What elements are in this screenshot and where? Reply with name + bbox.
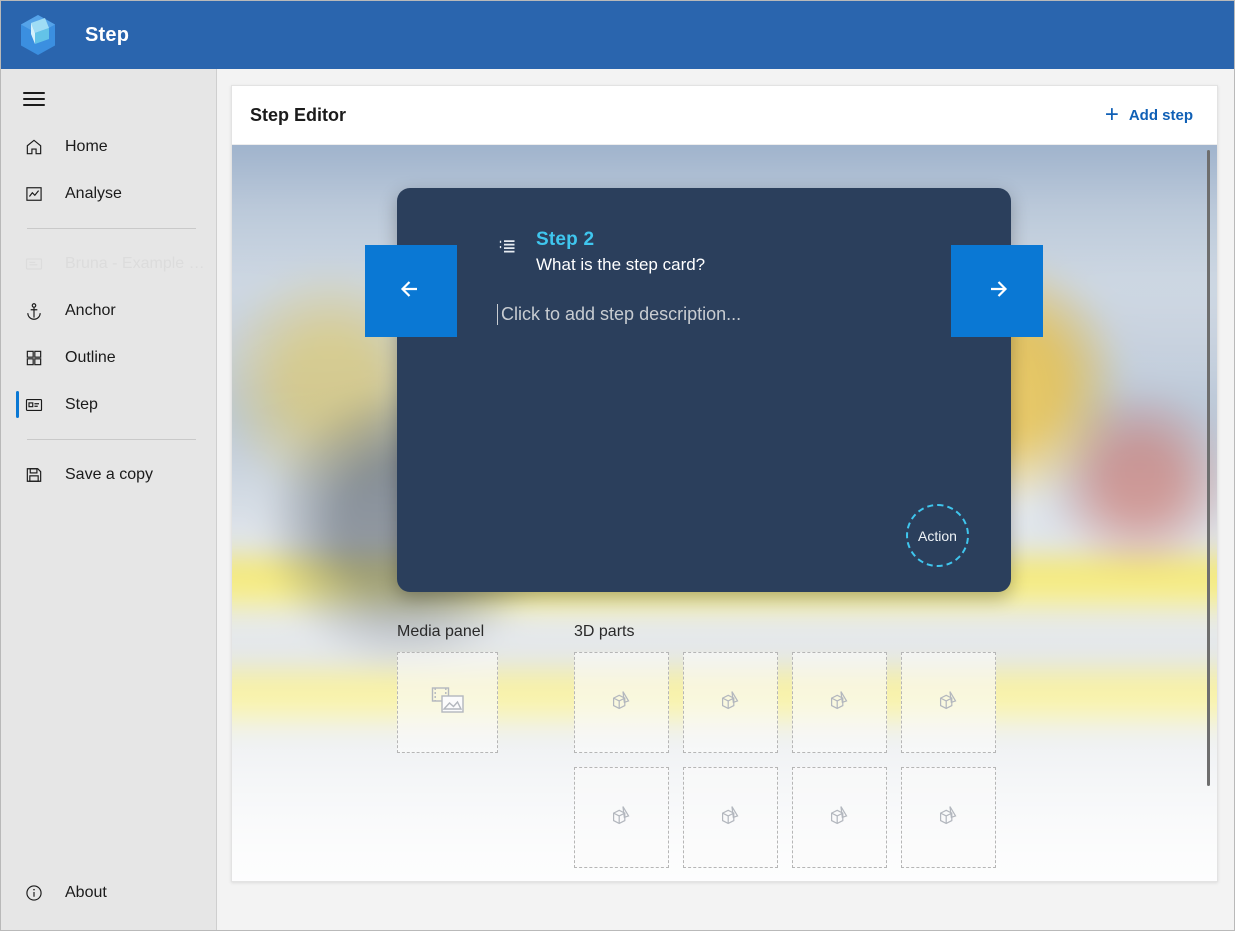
3d-part-slot[interactable] <box>792 652 887 753</box>
arrow-left-icon <box>391 269 431 314</box>
step-card-header: Step 2 What is the step card? <box>497 229 971 275</box>
step-title[interactable]: What is the step card? <box>536 255 705 275</box>
3d-part-slot[interactable] <box>901 767 996 868</box>
main-content: Step Editor + Add step <box>217 69 1234 930</box>
info-circle-icon <box>23 882 45 904</box>
3d-part-slot[interactable] <box>683 652 778 753</box>
app-title: Step <box>85 24 129 47</box>
step-list-icon <box>497 235 518 261</box>
assets-area: Media panel <box>397 623 996 868</box>
sidebar-item-analyse[interactable]: Analyse <box>1 170 216 217</box>
3d-part-icon <box>826 686 854 719</box>
step-number: Step 2 <box>536 229 705 251</box>
sidebar-item-label: Anchor <box>65 302 116 320</box>
app-window: Step Home <box>0 0 1235 931</box>
media-panel-group: Media panel <box>397 623 574 868</box>
sidebar-item-label: Analyse <box>65 185 122 203</box>
step-editor-header: Step Editor + Add step <box>232 86 1217 145</box>
step-description-input[interactable]: Click to add step description... <box>497 304 971 325</box>
sidebar-item-step[interactable]: Step <box>1 381 216 428</box>
previous-step-button[interactable] <box>365 245 457 337</box>
hamburger-menu-icon[interactable] <box>1 75 216 123</box>
sidebar-item-about[interactable]: About <box>1 869 216 916</box>
sidebar-item-save-a-copy[interactable]: Save a copy <box>1 451 216 498</box>
vertical-scrollbar[interactable] <box>1202 145 1214 881</box>
page-title: Step Editor <box>250 105 346 126</box>
scrollbar-thumb[interactable] <box>1207 150 1210 786</box>
step-stage: Step 2 What is the step card? Click to a… <box>232 145 1217 881</box>
3d-part-slot[interactable] <box>901 652 996 753</box>
step-card: Step 2 What is the step card? Click to a… <box>397 188 1011 592</box>
3d-parts-label: 3D parts <box>574 623 996 641</box>
3d-part-icon <box>935 686 963 719</box>
media-panel-slot[interactable] <box>397 652 498 753</box>
sidebar-footer: About <box>1 869 216 930</box>
3d-part-slot[interactable] <box>574 767 669 868</box>
status-bar <box>231 882 1218 930</box>
action-button[interactable]: Action <box>906 504 969 567</box>
add-step-label: Add step <box>1129 107 1193 124</box>
sidebar-divider-top <box>27 228 196 229</box>
stepcard-icon <box>23 394 45 416</box>
sidebar: Home Analyse B <box>1 69 217 930</box>
sidebar-divider-bottom <box>27 439 196 440</box>
sidebar-spacer <box>1 498 216 869</box>
action-label: Action <box>918 528 957 544</box>
step-editor-panel: Step Editor + Add step <box>231 85 1218 882</box>
plus-icon: + <box>1105 103 1119 127</box>
3d-part-icon <box>608 686 636 719</box>
sidebar-item-label: Outline <box>65 349 116 367</box>
3d-part-icon <box>608 801 636 834</box>
3d-part-icon <box>717 686 745 719</box>
sidebar-item-anchor[interactable]: Anchor <box>1 287 216 334</box>
dynamics-guides-logo <box>15 12 61 58</box>
add-step-button[interactable]: + Add step <box>1097 97 1201 133</box>
app-body: Home Analyse B <box>1 69 1234 930</box>
3d-part-slot[interactable] <box>683 767 778 868</box>
sidebar-item-outline[interactable]: Outline <box>1 334 216 381</box>
3d-parts-group: 3D parts <box>574 623 996 868</box>
3d-part-icon <box>717 801 745 834</box>
sidebar-item-home[interactable]: Home <box>1 123 216 170</box>
sidebar-item-label: Bruna - Example Gui... <box>65 255 215 273</box>
sidebar-item-label: Step <box>65 396 98 414</box>
anchor-icon <box>23 300 45 322</box>
grid-icon <box>23 347 45 369</box>
guide-icon <box>23 253 45 275</box>
3d-part-icon <box>826 801 854 834</box>
3d-part-icon <box>935 801 963 834</box>
media-panel-label: Media panel <box>397 623 574 641</box>
sidebar-item-label: Home <box>65 138 108 156</box>
3d-part-slot[interactable] <box>792 767 887 868</box>
3d-parts-grid <box>574 652 996 868</box>
save-icon <box>23 464 45 486</box>
chart-icon <box>23 183 45 205</box>
sidebar-item-label: About <box>65 884 107 902</box>
home-icon <box>23 136 45 158</box>
title-bar: Step <box>1 1 1234 69</box>
sidebar-item-label: Save a copy <box>65 466 153 484</box>
sidebar-item-guide: Bruna - Example Gui... <box>1 240 216 287</box>
3d-part-slot[interactable] <box>574 652 669 753</box>
media-image-icon <box>431 685 465 720</box>
arrow-right-icon <box>977 269 1017 314</box>
